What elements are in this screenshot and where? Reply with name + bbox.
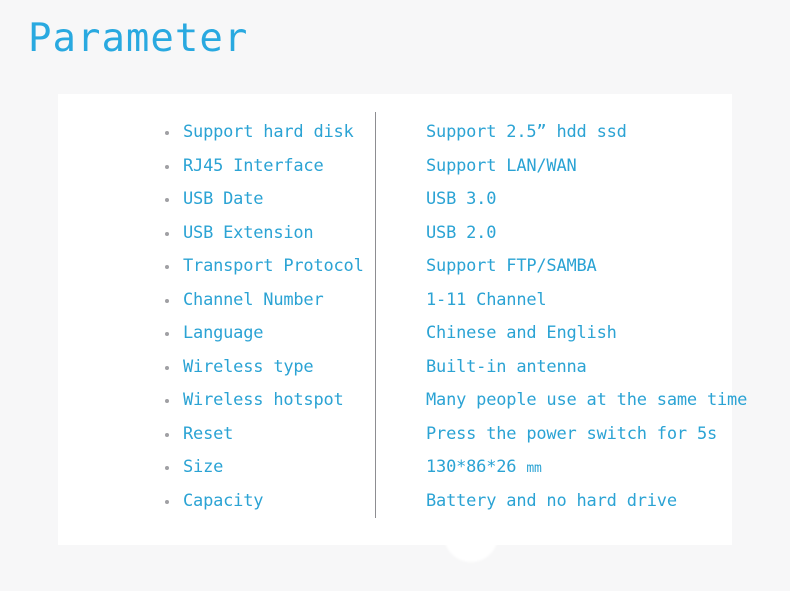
bullet-icon: [165, 365, 169, 370]
table-row: RJ45 Interface Support LAN/WAN: [0, 152, 790, 185]
table-row: Wireless hotspot Many people use at the s…: [0, 386, 790, 419]
table-row: Language Chinese and English: [0, 319, 790, 352]
spec-label: Capacity: [183, 490, 264, 511]
spec-label: Wireless hotspot: [183, 390, 344, 410]
table-row: Channel Number 1-11 Channel: [0, 286, 790, 319]
spec-value: USB 3.0: [426, 189, 497, 209]
spec-label: Language: [183, 323, 264, 343]
spec-label: Transport Protocol: [183, 256, 364, 276]
bullet-icon: [165, 466, 169, 470]
spec-label: Size: [183, 457, 224, 477]
parameter-page: Parameter Support hard disk Support 2.5” …: [0, 0, 790, 591]
spec-label: USB Date: [183, 189, 264, 209]
spec-value: Chinese and English: [426, 323, 617, 343]
spec-table: Support hard disk Support 2.5” hdd ssd RJ4…: [0, 0, 790, 591]
spec-label: RJ45 Interface: [183, 155, 324, 176]
bullet-icon: [165, 499, 169, 504]
table-row: Capacity Battery and no hard drive: [0, 487, 790, 520]
spec-value: Press the power switch for 5s: [426, 423, 718, 444]
table-row: USB Extension USB 2.0: [0, 219, 790, 252]
bullet-icon: [165, 164, 169, 169]
spec-value: Battery and no hard drive: [426, 490, 677, 511]
table-row: Wireless type Built-in antenna: [0, 353, 790, 386]
table-row: Size 130*86*26 mm: [0, 453, 790, 486]
bullet-icon: [165, 332, 169, 336]
bullet-icon: [165, 198, 169, 202]
bullet-icon: [165, 432, 169, 437]
spec-label: Support hard disk: [183, 122, 354, 142]
spec-label: USB Extension: [183, 222, 314, 243]
spec-value-text: 130*86*26: [426, 457, 527, 477]
table-row: Transport Protocol Support FTP/SAMBA: [0, 252, 790, 285]
spec-value-unit: mm: [526, 461, 542, 476]
table-row: USB Date USB 3.0: [0, 185, 790, 218]
bullet-icon: [165, 399, 169, 403]
spec-value: Support LAN/WAN: [426, 155, 577, 176]
bullet-icon: [165, 131, 169, 135]
spec-value: Built-in antenna: [426, 356, 587, 377]
table-row: Reset Press the power switch for 5s: [0, 420, 790, 453]
spec-label: Channel Number: [183, 289, 324, 310]
spec-value: 1-11 Channel: [426, 289, 547, 310]
spec-label: Wireless type: [183, 356, 314, 377]
spec-value: Many people use at the same time: [426, 390, 748, 410]
spec-value: 130*86*26 mm: [426, 453, 542, 483]
table-row: Support hard disk Support 2.5” hdd ssd: [0, 118, 790, 151]
spec-value: Support 2.5” hdd ssd: [426, 122, 627, 142]
spec-value: USB 2.0: [426, 222, 497, 243]
spec-value: Support FTP/SAMBA: [426, 256, 597, 276]
bullet-icon: [165, 298, 169, 303]
bullet-icon: [165, 231, 169, 236]
bullet-icon: [165, 265, 169, 269]
spec-label: Reset: [183, 423, 234, 444]
